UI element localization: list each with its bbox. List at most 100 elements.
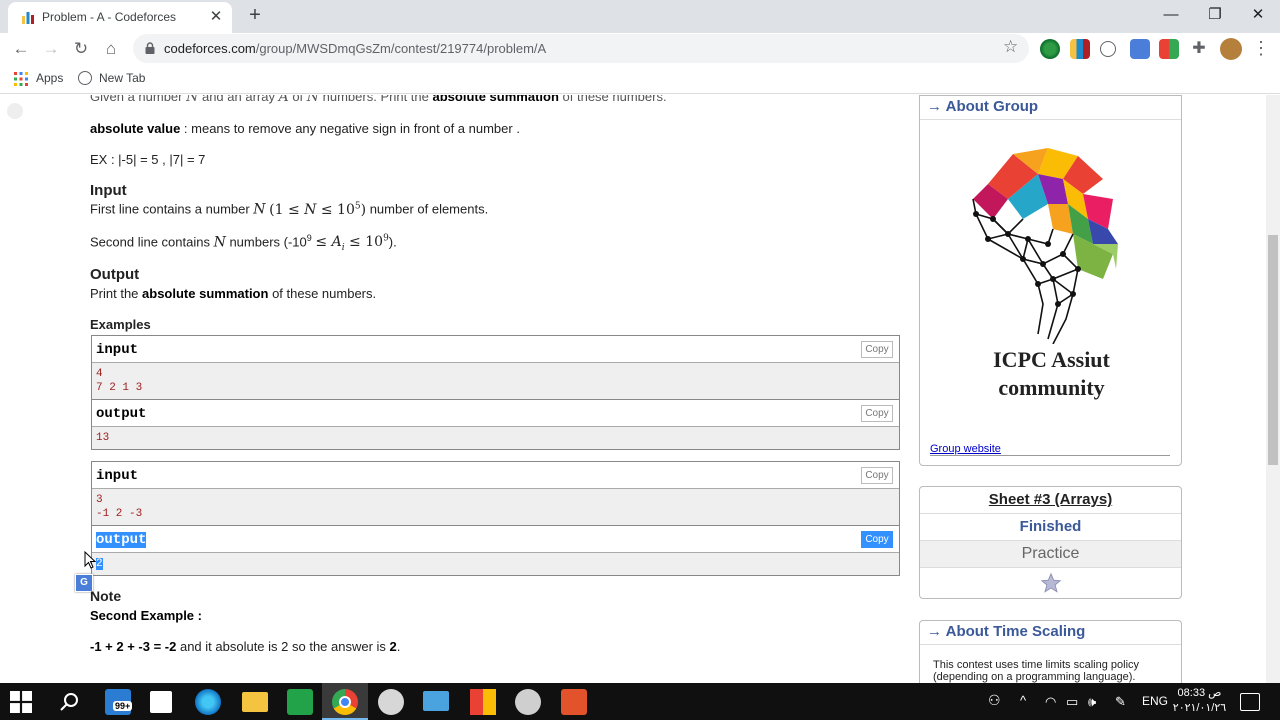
group-website-link[interactable]: Group website [930,443,1001,455]
brain-logo-icon [972,148,1118,344]
logo-line-2: community [998,375,1105,400]
contest-info-box: Sheet #3 (Arrays) Finished Practice [919,486,1182,599]
example-output-label: output [96,532,147,548]
bookmark-apps[interactable]: Apps [36,71,63,85]
extension-colorful-icon[interactable] [1159,39,1179,59]
app-colorful-icon[interactable] [470,689,496,715]
mail-icon[interactable]: 99+ [105,689,133,715]
tray-chevron-icon[interactable]: ^ [1020,693,1026,708]
profile-avatar[interactable] [1220,38,1242,60]
volume-icon[interactable]: 🕪 [1088,694,1096,710]
search-icon[interactable] [57,689,83,715]
chrome-icon [332,689,358,715]
scrollbar-thumb[interactable] [1268,235,1278,465]
clock[interactable]: 08:33 ص ٢٠٢١/٠١/٢٦ [1172,686,1227,716]
about-group-box: → About Group ICPC Assiut community Grou… [919,95,1182,466]
example-output-label: output [96,406,147,422]
app-cat-icon[interactable] [378,689,404,715]
side-scroll-icon[interactable] [7,103,23,119]
example-output-data[interactable]: 13 [92,427,899,449]
home-icon[interactable]: ⌂ [99,37,123,61]
copy-button[interactable]: Copy [861,531,893,548]
windows-taskbar: 99+ ⚇ ^ ◠ ▭ 🕪 ✎ ENG 08:33 ص ٢٠٢١/٠١/٢٦ [0,683,1280,720]
problem-intro: Given a number N and an array A of N num… [90,95,667,105]
back-arrow-icon[interactable]: ← [9,37,33,61]
example-1: input Copy 4 7 2 1 3 output Copy 13 [91,335,900,450]
bookmarks-bar: Apps New Tab [0,65,1280,94]
tab-strip: Problem - A - Codeforces ✕ + — ❐ ✕ [0,0,1280,33]
extension-translate-icon[interactable] [1130,39,1150,59]
people-icon[interactable]: ⚇ [988,692,1001,709]
forward-arrow-icon[interactable]: → [39,37,63,61]
example-output-data[interactable]: 2 [92,553,899,575]
example-input-header: input Copy [92,462,899,489]
reload-icon[interactable]: ↻ [69,37,93,61]
file-explorer-icon[interactable] [242,692,268,712]
minimize-icon[interactable]: — [1160,4,1182,26]
address-bar[interactable]: codeforces.com/group/MWSDmqGsZm/contest/… [133,34,1029,63]
contest-mode: Practice [920,541,1181,568]
mouse-cursor-icon [84,551,96,569]
note-explanation: -1 + 2 + -3 = -2 and it absolute is 2 so… [90,639,401,654]
input-section-title: Input [90,182,127,199]
store-icon[interactable] [150,691,172,713]
clion-icon[interactable] [561,689,587,715]
camtasia-icon[interactable] [287,689,313,715]
input-line-2: Second line contains N numbers (-109 ≤ A… [90,233,397,254]
absolute-example: EX : |-5| = 5 , |7| = 7 [90,152,206,167]
url-text: codeforces.com/group/MWSDmqGsZm/contest/… [164,41,547,56]
icpc-assiut-logo: ICPC Assiut community [920,120,1181,456]
extension-codeforces-icon[interactable] [1070,39,1090,59]
absolute-value-definition: absolute value : means to remove any neg… [90,121,520,136]
language-indicator[interactable]: ENG [1142,694,1168,708]
example-input-label: input [96,342,139,358]
restore-icon[interactable]: ❐ [1204,4,1226,26]
paint-icon[interactable] [515,689,541,715]
windows-start-icon[interactable] [10,691,32,713]
remote-desktop-icon[interactable] [423,691,449,711]
browser-menu-icon[interactable]: ⋮ [1252,37,1270,61]
edge-icon[interactable] [195,689,221,715]
wifi-icon[interactable]: ◠ [1045,694,1056,710]
active-tab[interactable]: Problem - A - Codeforces ✕ [8,2,232,33]
lock-icon [145,42,155,54]
bookmark-star-icon[interactable]: ☆ [1003,37,1018,57]
chrome-taskbar-button[interactable] [322,683,368,720]
contest-name-link[interactable]: Sheet #3 (Arrays) [920,487,1181,514]
copy-button[interactable]: Copy [861,341,893,358]
example-output-header: output Copy [92,526,899,553]
problem-page: Given a number N and an array A of N num… [0,95,1280,683]
extensions-puzzle-icon[interactable]: ✚ [1189,39,1209,59]
bookmark-new-tab[interactable]: New Tab [99,71,145,85]
contest-status: Finished [920,514,1181,541]
copy-button[interactable]: Copy [861,405,893,422]
about-time-scaling-box: → About Time Scaling This contest uses t… [919,620,1182,683]
tab-close-icon[interactable]: ✕ [206,7,226,27]
example-2: input Copy 3 -1 2 -3 output Copy 2 [91,461,900,576]
extension-world-icon[interactable] [1100,41,1116,57]
favorite-star-icon[interactable] [1040,572,1062,594]
logo-line-1: ICPC Assiut [993,347,1110,372]
apps-grid-icon [14,72,28,86]
example-output-header: output Copy [92,400,899,427]
example-input-data[interactable]: 4 7 2 1 3 [92,363,899,400]
battery-icon[interactable]: ▭ [1066,694,1078,710]
notifications-icon[interactable] [1240,693,1260,711]
favorite-star-row [920,568,1181,600]
examples-title: Examples [90,317,151,332]
window-close-icon[interactable]: ✕ [1247,4,1269,26]
note-title: Note [90,588,122,604]
about-time-scaling-title: → About Time Scaling [920,621,1181,645]
copy-button[interactable]: Copy [861,467,893,484]
new-tab-button[interactable]: + [244,4,266,26]
example-input-label: input [96,468,139,484]
output-section-title: Output [90,266,140,283]
extension-globe-icon[interactable] [1040,39,1060,59]
page-scrollbar[interactable] [1266,95,1280,683]
pen-icon[interactable]: ✎ [1115,694,1126,710]
example-input-data[interactable]: 3 -1 2 -3 [92,489,899,526]
group-divider [930,455,1170,456]
tab-title: Problem - A - Codeforces [42,10,177,24]
codeforces-favicon-icon [22,12,34,24]
about-group-title: → About Group [920,96,1181,120]
